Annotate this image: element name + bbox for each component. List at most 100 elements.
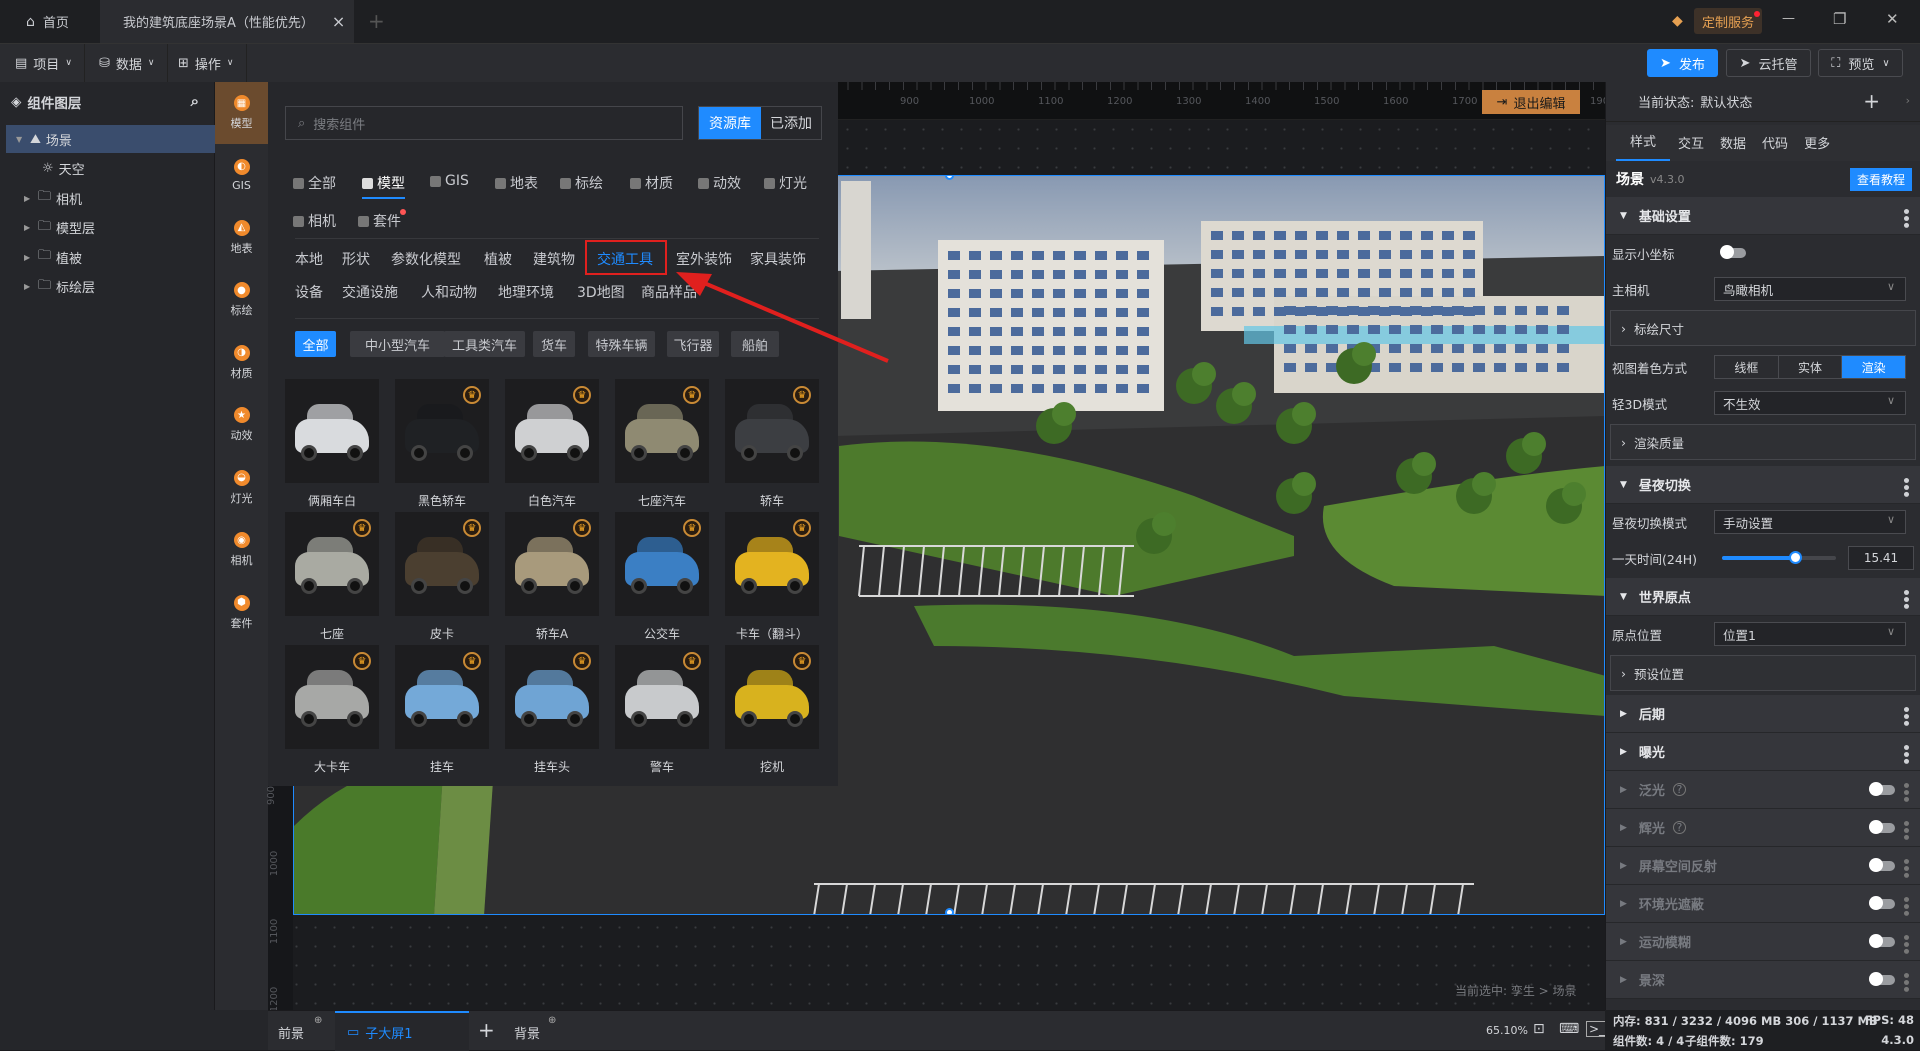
model-card[interactable]: ♛ 挂车头 bbox=[505, 645, 599, 775]
model-card[interactable]: ♛ 七座汽车 bbox=[615, 379, 709, 509]
subcategory-tab[interactable]: 人和动物 bbox=[421, 282, 477, 302]
caret-right-icon[interactable]: ▶ bbox=[24, 282, 38, 291]
filter-chip[interactable]: 工具类汽车 bbox=[444, 331, 525, 357]
section-effect[interactable]: ▶ 景深 ••• bbox=[1606, 961, 1920, 999]
restore-button[interactable]: ❐ bbox=[1833, 10, 1846, 28]
property-tab[interactable]: 数据 bbox=[1712, 133, 1754, 161]
more-icon[interactable]: ••• bbox=[1897, 971, 1913, 992]
chevron-right-icon[interactable]: › bbox=[1906, 94, 1910, 107]
model-card[interactable]: ♛ 公交车 bbox=[615, 512, 709, 642]
more-icon[interactable]: ••• bbox=[1897, 895, 1913, 916]
light3d-select[interactable]: 不生效 ∨ bbox=[1714, 391, 1906, 415]
layer-item[interactable]: ▶ 🗀 模型层 bbox=[0, 214, 215, 242]
layer-item[interactable]: ▶ 🗀 相机 bbox=[0, 184, 215, 212]
time-input[interactable]: 15.41 bbox=[1848, 546, 1914, 570]
effect-toggle[interactable] bbox=[1869, 934, 1895, 948]
category-tab[interactable]: 全部 bbox=[293, 173, 336, 193]
close-window-button[interactable]: ✕ bbox=[1886, 10, 1899, 28]
new-tab-button[interactable]: + bbox=[368, 9, 385, 33]
property-tab[interactable]: 代码 bbox=[1754, 133, 1796, 161]
layer-item[interactable]: ▼ ⛰ 场景 bbox=[6, 125, 215, 153]
rail-item[interactable]: ◭ 地表 bbox=[215, 207, 268, 269]
section-exposure[interactable]: ▶ 曝光 ••• bbox=[1606, 733, 1920, 771]
section-post[interactable]: ▶ 后期 ••• bbox=[1606, 695, 1920, 733]
layer-item[interactable]: ☼ 天空 bbox=[0, 155, 215, 183]
model-card[interactable]: ♛ 警车 bbox=[615, 645, 709, 775]
tab-project[interactable]: 我的建筑底座场景A（性能优先） × bbox=[100, 0, 354, 43]
more-icon[interactable]: ••• bbox=[1897, 781, 1913, 802]
tab-sub-screen[interactable]: ▭ 子大屏1 bbox=[335, 1011, 469, 1051]
library-button[interactable]: 资源库 bbox=[699, 107, 761, 139]
model-card[interactable]: ♛ 白色汽车 bbox=[505, 379, 599, 509]
effect-toggle[interactable] bbox=[1869, 972, 1895, 986]
origin-select[interactable]: 位置1 ∨ bbox=[1714, 622, 1906, 646]
subcategory-tab[interactable]: 商品样品 bbox=[641, 282, 697, 302]
state-value[interactable]: 默认状态 bbox=[1700, 92, 1752, 111]
preview-button[interactable]: ⛶ 预览 ∨ bbox=[1818, 49, 1903, 77]
subcategory-tab[interactable]: 3D地图 bbox=[577, 282, 625, 302]
category-tab[interactable]: 套件 bbox=[358, 209, 406, 231]
fit-screen-icon[interactable]: ⊡ bbox=[1533, 1021, 1545, 1037]
subcategory-tab[interactable]: 交通工具 bbox=[597, 249, 653, 269]
model-card[interactable]: ♛ 轿车A bbox=[505, 512, 599, 642]
add-state-icon[interactable]: + bbox=[1863, 89, 1880, 113]
menu-operate[interactable]: ⊞ 操作 ∨ bbox=[166, 44, 247, 82]
rail-item[interactable]: ◐ GIS bbox=[215, 144, 268, 206]
caret-down-icon[interactable]: ▼ bbox=[16, 135, 30, 144]
exit-edit-button[interactable]: ⇥ 退出编辑 bbox=[1482, 90, 1580, 114]
model-card[interactable]: ♛ 挂车 bbox=[395, 645, 489, 775]
subcategory-tab[interactable]: 本地 bbox=[295, 249, 323, 269]
caret-right-icon[interactable]: ▶ bbox=[24, 194, 38, 203]
tutorial-button[interactable]: 查看教程 bbox=[1849, 168, 1912, 191]
caret-right-icon[interactable]: ▶ bbox=[24, 223, 38, 232]
section-effect[interactable]: ▶ 泛光? ••• bbox=[1606, 771, 1920, 809]
subcategory-tab[interactable]: 建筑物 bbox=[533, 249, 575, 269]
model-card[interactable]: ♛ 挖机 bbox=[725, 645, 819, 775]
subcategory-tab[interactable]: 交通设施 bbox=[342, 282, 398, 302]
close-tab-icon[interactable]: × bbox=[332, 12, 345, 31]
subcategory-tab[interactable]: 形状 bbox=[342, 249, 370, 269]
shading-option[interactable]: 线框 bbox=[1715, 356, 1779, 378]
background-visibility-icon[interactable]: ⊕ bbox=[548, 1015, 556, 1026]
custom-service-button[interactable]: 定制服务 bbox=[1694, 8, 1763, 34]
effect-toggle[interactable] bbox=[1869, 858, 1895, 872]
render-quality-collapse[interactable]: › 渲染质量 bbox=[1610, 424, 1916, 460]
category-tab[interactable]: 模型 bbox=[362, 173, 405, 199]
category-tab[interactable]: 相机 bbox=[293, 211, 336, 231]
time-slider[interactable] bbox=[1722, 551, 1836, 564]
minimize-button[interactable]: — bbox=[1782, 11, 1795, 26]
slider-thumb[interactable] bbox=[1788, 551, 1802, 564]
model-card[interactable]: ♛ 黑色轿车 bbox=[395, 379, 489, 509]
tab-background[interactable]: 背景 bbox=[514, 1023, 540, 1042]
plot-size-collapse[interactable]: › 标绘尺寸 bbox=[1610, 310, 1916, 346]
section-effect[interactable]: ▶ 环境光遮蔽 ••• bbox=[1606, 885, 1920, 923]
section-effect[interactable]: ▶ 运动模糊 ••• bbox=[1606, 923, 1920, 961]
category-tab[interactable]: 灯光 bbox=[764, 173, 807, 193]
category-tab[interactable]: 标绘 bbox=[560, 173, 603, 193]
main-camera-select[interactable]: 鸟瞰相机 ∨ bbox=[1714, 277, 1906, 301]
search-input[interactable]: ⌕ 搜索组件 bbox=[285, 106, 683, 140]
search-icon[interactable]: ⌕ bbox=[191, 92, 199, 110]
publish-button[interactable]: ➤ 发布 bbox=[1647, 49, 1718, 77]
section-basic[interactable]: ▼ 基础设置 ••• bbox=[1606, 197, 1920, 235]
rail-item[interactable]: ★ 动效 bbox=[215, 394, 268, 456]
model-card[interactable]: ♛ 轿车 bbox=[725, 379, 819, 509]
effect-toggle[interactable] bbox=[1869, 896, 1895, 910]
more-icon[interactable]: ••• bbox=[1897, 588, 1913, 609]
daynight-mode-select[interactable]: 手动设置 ∨ bbox=[1714, 510, 1906, 534]
shading-option[interactable]: 渲染 bbox=[1842, 356, 1906, 378]
more-icon[interactable]: ••• bbox=[1897, 207, 1913, 228]
rail-item[interactable]: ● 标绘 bbox=[215, 269, 268, 331]
show-axis-toggle[interactable] bbox=[1720, 245, 1746, 259]
filter-chip[interactable]: 飞行器 bbox=[667, 331, 719, 357]
layer-item[interactable]: ▶ 🗀 标绘层 bbox=[0, 273, 215, 301]
section-effect[interactable]: ▶ 辉光? ••• bbox=[1606, 809, 1920, 847]
filter-chip[interactable]: 全部 bbox=[295, 331, 336, 357]
property-tab[interactable]: 交互 bbox=[1670, 133, 1712, 161]
more-icon[interactable]: ••• bbox=[1897, 705, 1913, 726]
tab-foreground[interactable]: 前景 bbox=[278, 1023, 304, 1042]
category-tab[interactable]: GIS bbox=[430, 173, 469, 189]
rail-item[interactable]: ◉ 相机 bbox=[215, 519, 268, 581]
filter-chip[interactable]: 船舶 bbox=[731, 331, 779, 357]
filter-chip[interactable]: 特殊车辆 bbox=[588, 331, 655, 357]
